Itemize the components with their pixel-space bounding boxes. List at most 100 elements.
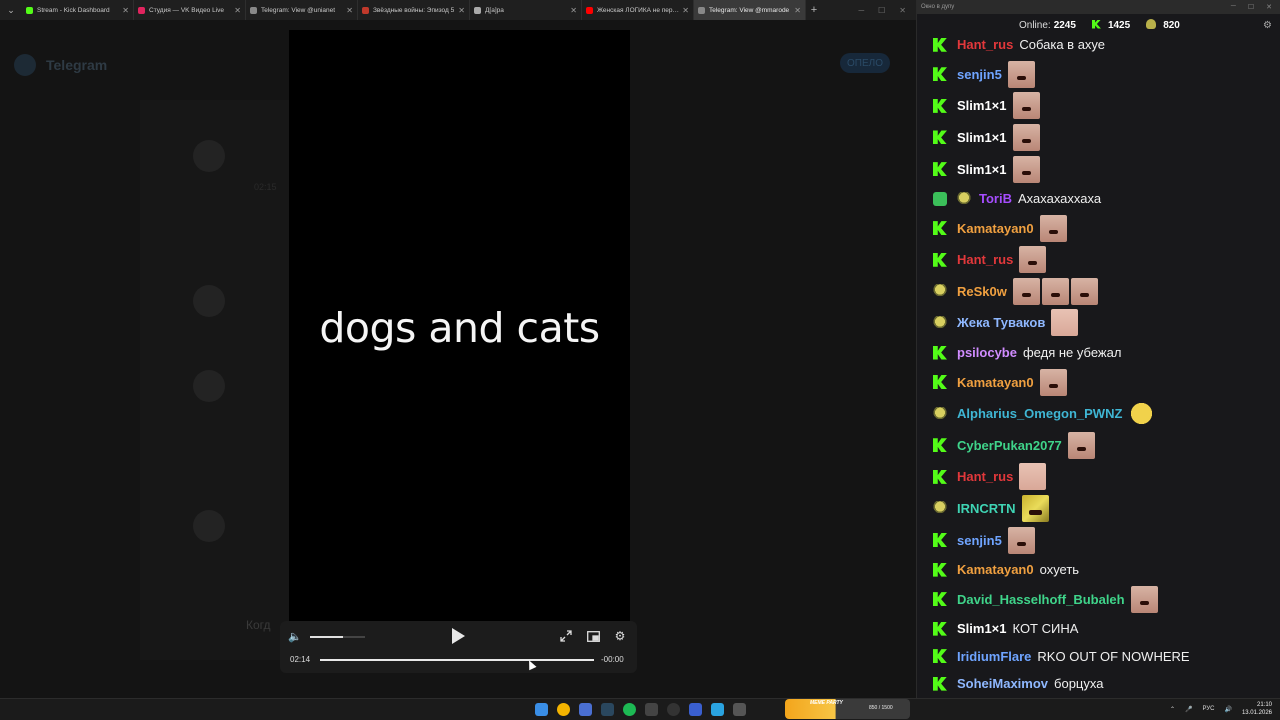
chat-username[interactable]: Slim1×1 [957,162,1007,177]
chat-username[interactable]: Kamatayan0 [957,375,1034,390]
tab-close-icon[interactable]: ✕ [122,6,129,15]
emote-icon [1128,400,1156,428]
tab-close-icon[interactable]: ✕ [458,6,465,15]
chat-username[interactable]: Slim1×1 [957,130,1007,145]
volume-slider[interactable] [310,636,365,638]
kick-badge-icon [933,162,947,177]
online-count: 2245 [1053,19,1076,31]
clock[interactable]: 21:10 13.01.2026 [1242,701,1272,717]
followers-count: 1425 [1107,19,1131,31]
browser-tab[interactable]: Студия — VK Видео Live ✕ [134,0,246,20]
chat-message: ToriB Ахахахаххаха [917,185,1280,213]
chat-username[interactable]: senjin5 [957,67,1002,82]
post-time: 02:15 [254,182,277,192]
chevron-up-icon[interactable]: ⌃ [1170,706,1175,713]
chat-username[interactable]: CyberPukan2077 [957,438,1062,453]
chat-username[interactable]: Hant_rus [957,37,1013,52]
minimize-icon[interactable]: ─ [858,6,864,15]
telegram-page: Telegram ОПЕЛО 02:15 Когд dogs and cats [0,20,916,698]
tab-close-icon[interactable]: ✕ [794,6,801,15]
start-icon[interactable] [535,703,548,716]
emote-icon [1051,309,1079,337]
close-icon[interactable]: ✕ [1266,3,1272,11]
steam-icon[interactable] [601,703,614,716]
tab-favicon-icon [698,6,705,14]
chat-message: Kamatayan0 охуеть [917,556,1280,584]
browser-tab[interactable]: Telegram: View @unianet ✕ [246,0,358,20]
chat-text: КОТ СИНА [1012,621,1079,637]
kick-badge-icon [933,130,947,145]
chat-username[interactable]: Slim1×1 [957,621,1007,636]
chat-settings-icon[interactable]: ⚙ [1263,20,1272,31]
system-tray: ⌃ 🎤 РУС 🔊 21:10 13.01.2026 [1170,701,1272,717]
chat-message: ReSk0w [917,276,1280,308]
browser-tab[interactable]: Женская ЛОГИКА не перес ✕ [582,0,694,20]
tabs: Stream - Kick Dashboard ✕ Студия — VK Виде… [22,0,806,20]
seek-bar[interactable] [320,659,594,661]
settings-gear-icon[interactable]: ⚙ [613,629,627,643]
language-indicator[interactable]: РУС [1202,706,1214,712]
telegram-icon[interactable] [711,703,724,716]
chat-username[interactable]: IridiumFlare [957,649,1031,664]
kick-badge-icon [933,438,947,453]
emote-icon [1039,368,1067,396]
meme-party-count: 850 / 1500 [869,705,893,711]
discord-icon[interactable] [579,703,592,716]
chat-username[interactable]: David_Hasselhoff_Bubaleh [957,592,1125,607]
chat-username[interactable]: Kamatayan0 [957,562,1034,577]
spotify-icon[interactable] [623,703,636,716]
chat-username[interactable]: Hant_rus [957,252,1013,267]
chat-message: Slim1×1 [917,90,1280,122]
open-button[interactable]: ОПЕЛО [840,53,890,73]
tab-label: Звёздные войны: Эпизод 5 [373,6,455,14]
chat-username[interactable]: Kamatayan0 [957,221,1034,236]
tab-close-icon[interactable]: ✕ [234,6,241,15]
tab-favicon-icon [474,6,481,14]
kick-icon [1091,19,1101,29]
new-tab-button[interactable]: + [806,4,822,16]
app2-icon[interactable] [733,703,746,716]
close-icon[interactable]: ✕ [899,6,906,15]
browser-tab[interactable]: Звёздные войны: Эпизод 5 ✕ [358,0,470,20]
kick-badge-icon [933,252,947,267]
tab-bar: ⌄ Stream - Kick Dashboard ✕ Студия — VK Ви… [0,0,916,20]
tab-close-icon[interactable]: ✕ [346,6,353,15]
pip-icon[interactable] [586,629,600,643]
maximize-icon[interactable]: ☐ [1248,3,1254,11]
video-player[interactable]: dogs and cats [289,30,630,636]
telegram-logo-icon [14,54,36,76]
obs-icon[interactable] [667,703,680,716]
fullscreen-icon[interactable] [559,629,573,643]
minimize-icon[interactable]: ─ [1231,3,1236,11]
chat-message: IRNCRTN [917,493,1280,525]
chat-username[interactable]: Alpharius_Omegon_PWNZ [957,406,1122,421]
emote-icon [1021,494,1049,522]
speaker-icon[interactable]: 🔊 [1224,706,1231,713]
mic-icon[interactable]: 🎤 [1185,706,1192,713]
browser-tab[interactable]: Д[а]ра ✕ [470,0,582,20]
volume-icon[interactable]: 🔈 [288,629,302,643]
maximize-icon[interactable]: ☐ [878,6,885,15]
chat-username[interactable]: SoheiMaximov [957,676,1048,691]
emote-icon [1041,277,1069,305]
tab-search-icon[interactable]: ⌄ [0,0,22,20]
tab-close-icon[interactable]: ✕ [682,6,689,15]
browser-tab[interactable]: Telegram: View @mmarode ✕ [694,0,806,20]
play-icon[interactable] [450,627,466,645]
sub-badge-icon [933,501,947,516]
chat-username[interactable]: ToriB [979,191,1012,206]
chat-username[interactable]: ReSk0w [957,284,1007,299]
media-icon[interactable] [689,703,702,716]
video-frame-text: dogs and cats [319,304,600,352]
browser-tab[interactable]: Stream - Kick Dashboard ✕ [22,0,134,20]
tab-close-icon[interactable]: ✕ [570,6,577,15]
chat-username[interactable]: Жека Туваков [957,315,1045,330]
kick-badge-icon [933,592,947,607]
chrome-icon[interactable] [557,703,570,716]
chat-username[interactable]: Slim1×1 [957,98,1007,113]
chat-username[interactable]: senjin5 [957,533,1002,548]
app-icon[interactable] [645,703,658,716]
chat-username[interactable]: IRNCRTN [957,501,1016,516]
chat-username[interactable]: psilocybe [957,345,1017,360]
chat-username[interactable]: Hant_rus [957,469,1013,484]
